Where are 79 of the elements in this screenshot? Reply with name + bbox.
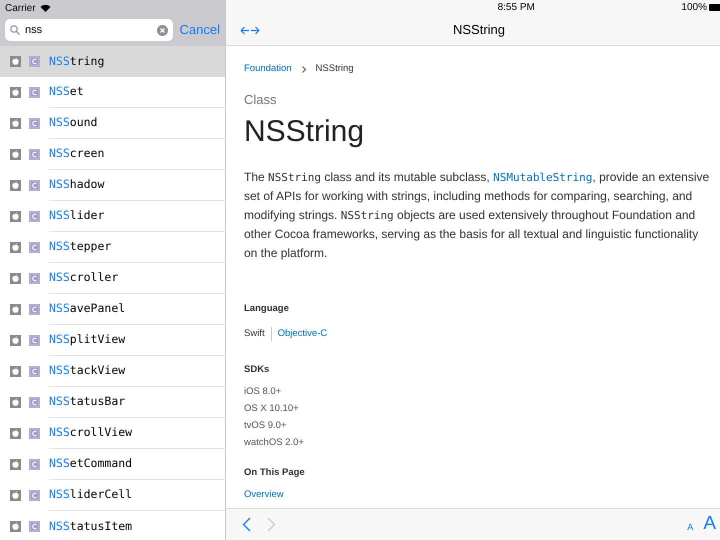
apple-logo-icon	[10, 366, 21, 377]
search-icon	[10, 25, 20, 35]
class-badge-icon	[29, 149, 40, 160]
result-name: NSStackView	[49, 362, 126, 380]
apple-logo-icon	[10, 304, 21, 315]
search-field[interactable]: nss	[5, 19, 173, 41]
apple-logo-icon	[10, 459, 21, 470]
result-name: NSStepper	[49, 238, 112, 256]
result-name: NSShadow	[49, 176, 104, 194]
apple-logo-icon	[10, 118, 21, 129]
search-input[interactable]: nss	[25, 22, 152, 38]
result-name: NSStatusBar	[49, 393, 126, 410]
nav-title: NSString	[452, 22, 506, 38]
class-badge-icon	[29, 366, 40, 377]
language-option[interactable]: Objective-C	[270, 326, 328, 341]
class-badge-icon	[29, 180, 40, 191]
sdk-version: iOS 8.0+	[244, 385, 282, 399]
class-badge-icon	[29, 459, 40, 470]
apple-logo-icon	[10, 490, 21, 501]
result-name: NSString	[49, 52, 104, 70]
apple-logo-icon	[10, 273, 21, 284]
class-link[interactable]: NSMutableString	[493, 170, 592, 184]
result-name: NSSound	[49, 114, 98, 132]
class-badge-icon	[29, 397, 40, 408]
apple-logo-icon	[10, 56, 21, 67]
class-badge-icon	[29, 304, 40, 315]
result-name: NSSetCommand	[49, 455, 132, 472]
sdk-version: tvOS 9.0+	[244, 419, 288, 433]
wifi-icon	[40, 4, 51, 12]
battery-label: 100%	[681, 1, 707, 16]
breadcrumb-link[interactable]: Foundation	[244, 62, 292, 76]
class-badge-icon	[29, 428, 40, 439]
apple-logo-icon	[10, 397, 21, 408]
apple-logo-icon	[10, 335, 21, 346]
chevron-icon	[302, 66, 306, 73]
increase-font-button[interactable]: A	[703, 510, 716, 539]
language-option[interactable]: Swift	[244, 326, 265, 341]
class-badge-icon	[29, 490, 40, 501]
expand-arrows-icon[interactable]	[240, 26, 260, 35]
apple-logo-icon	[10, 428, 21, 439]
page-title: NSString	[244, 114, 366, 150]
result-name: NSSet	[49, 83, 84, 100]
result-name: NSSliderCell	[49, 486, 132, 504]
section-heading: On This Page	[244, 466, 306, 480]
class-badge-icon	[29, 521, 40, 532]
result-name: NSScroller	[49, 269, 118, 286]
description-text: The NSString class and its mutable subclass, NSMutableString, provide an extensive set of APIs for working with strings, including methods for comparing, searching, and modifying strings. NSString objects are used extensively throughout Foundation and other Cocoa frameworks, serving as the basis for all textual and linguistic functionality on the platform.	[244, 168, 710, 262]
carrier-label: Carrier	[5, 2, 36, 16]
class-badge-icon	[29, 87, 40, 98]
sdk-version: OS X 10.10+	[244, 402, 300, 416]
decrease-font-button[interactable]: A	[687, 520, 694, 534]
class-badge-icon	[29, 273, 40, 284]
apple-logo-icon	[10, 180, 21, 191]
apple-logo-icon	[10, 211, 21, 222]
back-chevron-icon[interactable]	[242, 517, 251, 532]
section-heading: SDKs	[244, 362, 270, 377]
apple-logo-icon	[10, 242, 21, 253]
breadcrumb-current: NSString	[316, 62, 354, 76]
result-name: NSScrollView	[49, 424, 132, 442]
clock-label: 8:55 PM	[498, 1, 535, 16]
class-badge-icon	[29, 56, 40, 67]
class-badge-icon	[29, 242, 40, 253]
result-name: NSScreen	[49, 145, 104, 162]
section-heading: Language	[244, 302, 290, 316]
page-section-link[interactable]: Overview	[244, 488, 284, 502]
kind-label: Class	[244, 91, 278, 110]
apple-logo-icon	[10, 521, 21, 532]
result-name: NSSavePanel	[49, 300, 126, 318]
sdk-version: watchOS 2.0+	[244, 436, 305, 450]
apple-logo-icon	[10, 149, 21, 160]
result-name: NSSlider	[49, 207, 104, 224]
result-name: NSSplitView	[49, 331, 126, 348]
result-name: NSStatusItem	[49, 518, 132, 535]
apple-logo-icon	[10, 87, 21, 98]
result-row[interactable]: NSString	[0, 46, 225, 77]
class-badge-icon	[29, 211, 40, 222]
class-badge-icon	[29, 118, 40, 129]
clear-icon[interactable]	[156, 24, 168, 36]
class-badge-icon	[29, 335, 40, 346]
